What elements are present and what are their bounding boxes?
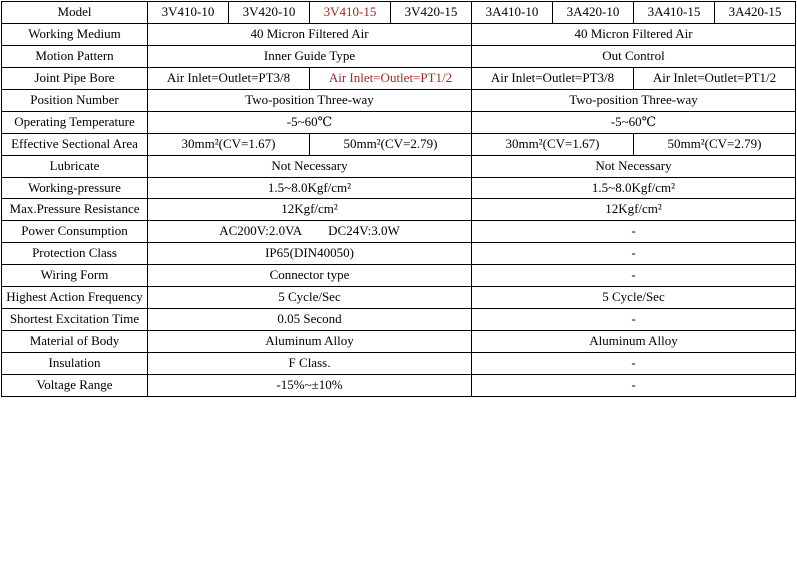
value-cell: 12Kgf/cm²	[471, 198, 796, 222]
value-cell-empty: -	[471, 308, 796, 332]
value-cell: IP65(DIN40050)	[147, 242, 472, 266]
row-label: Protection Class	[1, 242, 148, 266]
value-cell-empty: -	[471, 242, 796, 266]
row-label: Max.Pressure Resistance	[1, 198, 148, 222]
table-row: Working Medium 40 Micron Filtered Air 40 M…	[1, 22, 796, 46]
value-cell: 50mm²(CV=2.79)	[309, 132, 472, 156]
table-row: Working-pressure 1.5~8.0Kgf/cm² 1.5~8.0Kgf…	[1, 176, 796, 200]
row-label: Material of Body	[1, 330, 148, 353]
value-cell: Aluminum Alloy	[471, 330, 796, 353]
value-cell: 3A420-10	[552, 1, 634, 24]
table-row: Operating Temperature -5~60℃ -5~60℃	[1, 110, 796, 134]
value-cell: -5~60℃	[147, 110, 472, 134]
row-label: Shortest Excitation Time	[1, 308, 148, 332]
value-cell: Not Necessary	[147, 154, 472, 178]
value-cell: 3A410-15	[633, 1, 715, 24]
row-label: Model	[1, 1, 148, 24]
value-cell: Aluminum Alloy	[147, 330, 472, 353]
value-cell: 40 Micron Filtered Air	[147, 22, 472, 46]
value-cell: 3A420-15	[714, 1, 796, 24]
value-cell-empty: -	[471, 373, 796, 397]
row-label: Insulation	[1, 352, 148, 375]
value-cell: 50mm²(CV=2.79)	[633, 132, 796, 156]
value-cell: Two-position Three-way	[471, 88, 796, 112]
row-label: Power Consumption	[1, 220, 148, 244]
table-row: Model 3V410-10 3V420-10 3V410-15 3V420-15 3A4…	[1, 1, 796, 24]
value-cell: 40 Micron Filtered Air	[471, 22, 796, 46]
table-row: Shortest Excitation Time 0.05 Second -	[1, 308, 796, 332]
value-cell: 0.05 Second	[147, 308, 472, 332]
table-row: Joint Pipe Bore Air Inlet=Outlet=PT3/8 Air…	[1, 66, 796, 90]
value-cell: 3V420-15	[390, 1, 472, 24]
row-label: Voltage Range	[1, 373, 148, 397]
table-row: Highest Action Frequency 5 Cycle/Sec 5 Cyc…	[1, 286, 796, 310]
value-cell: 3A410-10	[471, 1, 553, 24]
row-label: Lubricate	[1, 154, 148, 178]
row-label: Working-pressure	[1, 176, 148, 200]
table-row: Lubricate Not Necessary Not Necessary	[1, 154, 796, 178]
row-label: Working Medium	[1, 22, 148, 46]
row-label: Joint Pipe Bore	[1, 66, 148, 90]
value-cell: Air Inlet=Outlet=PT3/8	[471, 66, 634, 90]
specification-table: Model 3V410-10 3V420-10 3V410-15 3V420-15 3A4…	[1, 1, 796, 397]
table-row: Insulation F Class. -	[1, 352, 796, 375]
table-row: Power Consumption AC200V:2.0VA DC24V:3.0W…	[1, 220, 796, 244]
value-cell: Inner Guide Type	[147, 44, 472, 68]
row-label: Effective Sectional Area	[1, 132, 148, 156]
table-row: Position Number Two-position Three-way Two…	[1, 88, 796, 112]
value-cell-empty: -	[471, 352, 796, 375]
value-cell: Connector type	[147, 264, 472, 288]
value-cell: Out Control	[471, 44, 796, 68]
value-cell: Not Necessary	[471, 154, 796, 178]
value-cell-highlighted: 3V410-15	[309, 1, 391, 24]
table-row: Effective Sectional Area 30mm²(CV=1.67) 50…	[1, 132, 796, 156]
row-label: Wiring Form	[1, 264, 148, 288]
table-row: Max.Pressure Resistance 12Kgf/cm² 12Kgf/cm…	[1, 198, 796, 222]
value-cell: 5 Cycle/Sec	[147, 286, 472, 310]
value-cell-empty: -	[471, 264, 796, 288]
value-cell: Air Inlet=Outlet=PT1/2	[633, 66, 796, 90]
value-cell: Air Inlet=Outlet=PT3/8	[147, 66, 310, 90]
value-cell: Two-position Three-way	[147, 88, 472, 112]
value-cell: 5 Cycle/Sec	[471, 286, 796, 310]
table-row: Voltage Range -15%~±10% -	[1, 373, 796, 397]
row-label: Position Number	[1, 88, 148, 112]
table-row: Wiring Form Connector type -	[1, 264, 796, 288]
value-cell: 30mm²(CV=1.67)	[471, 132, 634, 156]
specification-table-body: Model 3V410-10 3V420-10 3V410-15 3V420-15 3A4…	[1, 1, 796, 397]
table-row: Protection Class IP65(DIN40050) -	[1, 242, 796, 266]
row-label: Motion Pattern	[1, 44, 148, 68]
value-cell: -5~60℃	[471, 110, 796, 134]
value-cell: AC200V:2.0VA DC24V:3.0W	[147, 220, 472, 244]
value-cell-highlighted: Air Inlet=Outlet=PT1/2	[309, 66, 472, 90]
value-cell: 3V420-10	[228, 1, 310, 24]
value-cell: 30mm²(CV=1.67)	[147, 132, 310, 156]
value-cell: F Class.	[147, 352, 472, 375]
value-cell-empty: -	[471, 220, 796, 244]
value-cell: 1.5~8.0Kgf/cm²	[471, 176, 796, 200]
row-label: Operating Temperature	[1, 110, 148, 134]
row-label: Highest Action Frequency	[1, 286, 148, 310]
value-cell: -15%~±10%	[147, 373, 472, 397]
value-cell: 3V410-10	[147, 1, 229, 24]
value-cell: 1.5~8.0Kgf/cm²	[147, 176, 472, 200]
table-row: Material of Body Aluminum Alloy Aluminum A…	[1, 330, 796, 353]
table-row: Motion Pattern Inner Guide Type Out Contro…	[1, 44, 796, 68]
value-cell: 12Kgf/cm²	[147, 198, 472, 222]
